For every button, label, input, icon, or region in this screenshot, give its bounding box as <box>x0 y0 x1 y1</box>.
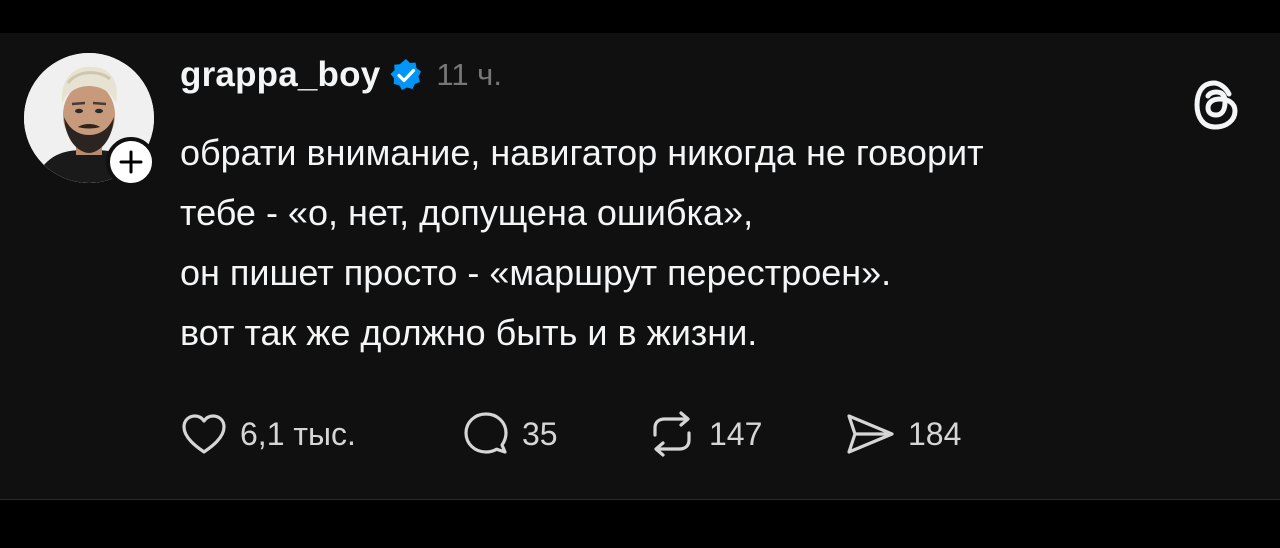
post-text-line: тебе - «о, нет, допущена ошибка», <box>180 192 754 233</box>
reply-count: 35 <box>522 415 558 452</box>
heart-icon <box>182 414 226 454</box>
plus-icon <box>119 150 143 174</box>
like-button[interactable]: 6,1 тыс. <box>180 411 356 457</box>
reply-button[interactable]: 35 <box>462 411 558 457</box>
like-count: 6,1 тыс. <box>240 415 356 452</box>
repost-button[interactable]: 147 <box>647 411 762 457</box>
thread-post: grappa_boy 11 ч. обрати внимание, навига… <box>0 33 1280 500</box>
screen: grappa_boy 11 ч. обрати внимание, навига… <box>0 0 1280 548</box>
comment-icon <box>464 412 508 454</box>
follow-button[interactable] <box>106 137 156 187</box>
post-text-line: он пишет просто - «маршрут перестроен». <box>180 252 892 293</box>
post-text-line: обрати внимание, навигатор никогда не го… <box>180 132 984 173</box>
post-text-line: вот так же должно быть и в жизни. <box>180 312 758 353</box>
post-timestamp: 11 ч. <box>436 57 502 92</box>
send-icon <box>847 414 894 454</box>
bottom-edge <box>0 520 1280 548</box>
post-text: обрати внимание, навигатор никогда не го… <box>180 123 1260 363</box>
share-count: 184 <box>908 415 962 452</box>
repost-count: 147 <box>709 415 763 452</box>
username[interactable]: grappa_boy <box>180 55 380 95</box>
share-button[interactable]: 184 <box>844 411 961 457</box>
verified-badge-icon <box>390 59 422 90</box>
repost-icon <box>653 411 691 457</box>
post-actions: 6,1 тыс. 35 147 184 <box>180 411 1180 457</box>
post-header: grappa_boy 11 ч. <box>180 51 502 99</box>
